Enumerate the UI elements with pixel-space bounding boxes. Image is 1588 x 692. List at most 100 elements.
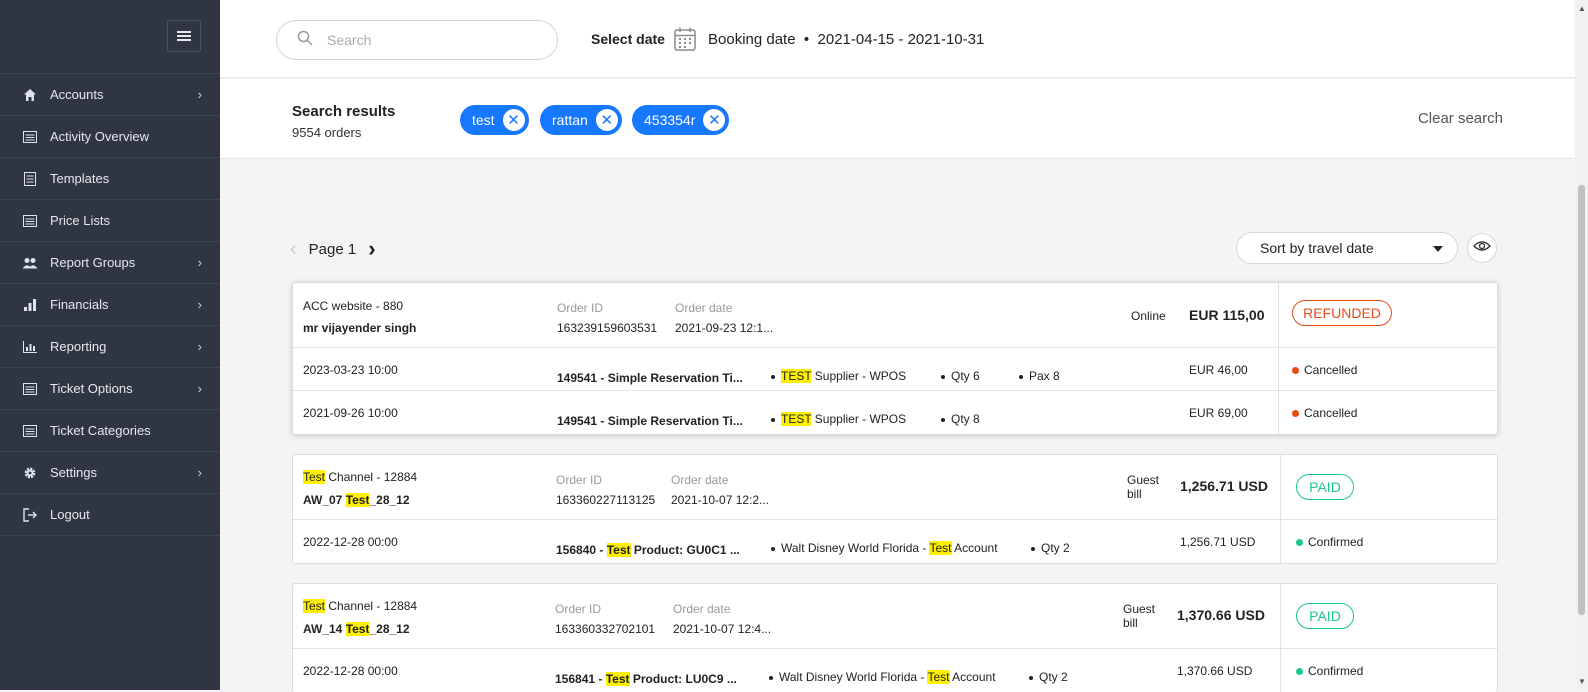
line-status: Cancelled <box>1292 363 1357 377</box>
line-amount: 1,256.71 USD <box>1180 535 1256 549</box>
channel-name: Test Channel - 12884 <box>303 599 417 613</box>
order-card[interactable]: Test Channel - 12884 AW_14 Test_28_12 Or… <box>292 583 1498 692</box>
sidebar-item-ticket-options[interactable]: Ticket Options › <box>0 368 220 410</box>
clear-search-button[interactable]: Clear search <box>1418 110 1503 127</box>
sidebar-item-financials[interactable]: Financials › <box>0 284 220 326</box>
scroll-down-icon[interactable]: ▼ <box>1578 677 1586 686</box>
customer-name: AW_07 Test_28_12 <box>303 493 410 507</box>
remove-chip-icon[interactable]: ✕ <box>502 109 525 131</box>
search-results-bar: Search results 9554 orders test ✕ rattan ✕… <box>220 79 1575 159</box>
supplier-text: Supplier - WPOS <box>811 369 907 383</box>
document-icon <box>22 171 38 187</box>
sidebar-item-templates[interactable]: Templates <box>0 158 220 200</box>
payment-method: Guest bill <box>1127 473 1159 501</box>
booking-date-filter[interactable]: Booking date • 2021-04-15 - 2021-10-31 <box>708 31 984 48</box>
product-text: 156841 - <box>555 672 606 686</box>
sidebar-item-price-lists[interactable]: Price Lists <box>0 200 220 242</box>
supplier-name: Walt Disney World Florida - Test Account <box>771 541 998 555</box>
sidebar-item-ticket-categories[interactable]: Ticket Categories <box>0 410 220 452</box>
search-box <box>276 20 558 60</box>
sidebar-item-accounts[interactable]: Accounts › <box>0 74 220 116</box>
channel-text: Channel - 12884 <box>325 599 418 613</box>
highlight-match: TEST <box>781 369 812 383</box>
supplier-name: TEST Supplier - WPOS <box>771 369 906 383</box>
supplier-text: Account <box>949 670 996 684</box>
status-dot-icon <box>1296 539 1303 547</box>
list-icon <box>22 423 38 439</box>
line-amount: 1,370.66 USD <box>1177 664 1253 678</box>
highlight-match: Test <box>927 670 950 684</box>
chevron-right-icon: › <box>197 381 202 396</box>
sort-label: Sort by travel date <box>1260 240 1374 256</box>
status-dot-icon <box>1292 410 1299 418</box>
sidebar-item-reporting[interactable]: Reporting › <box>0 326 220 368</box>
logout-icon <box>22 507 38 523</box>
pax-text: Pax 8 <box>1029 369 1060 383</box>
customer-text: _28_12 <box>369 493 410 507</box>
chevron-left-icon[interactable]: ‹ <box>290 238 297 261</box>
chart-icon <box>22 339 38 355</box>
product-text: 156840 - <box>556 543 607 557</box>
bullet-icon <box>1031 546 1035 551</box>
sidebar-item-report-groups[interactable]: Report Groups › <box>0 242 220 284</box>
search-input[interactable] <box>327 32 527 48</box>
scrollbar-thumb[interactable] <box>1578 185 1585 615</box>
remove-chip-icon[interactable]: ✕ <box>595 109 618 131</box>
sort-dropdown[interactable]: Sort by travel date <box>1236 232 1458 264</box>
status-badge: REFUNDED <box>1292 300 1392 326</box>
list-icon <box>22 213 38 229</box>
supplier-text: Walt Disney World Florida - <box>779 670 928 684</box>
sidebar-item-label: Accounts <box>50 87 104 102</box>
status-dot-icon <box>1296 668 1303 676</box>
qty-text: Qty 6 <box>951 369 980 383</box>
chip-label: 453354r <box>644 112 696 128</box>
remove-chip-icon[interactable]: ✕ <box>703 109 726 131</box>
highlight-match: Test <box>345 493 370 507</box>
scroll-up-icon[interactable]: ▲ <box>1578 4 1586 13</box>
chip-label: test <box>472 112 495 128</box>
quantity: Qty 2 <box>1029 670 1068 684</box>
line-status-text: Confirmed <box>1308 535 1364 549</box>
chevron-right-icon[interactable]: › <box>368 236 375 262</box>
payment-text: bill <box>1123 616 1138 630</box>
supplier-name: TEST Supplier - WPOS <box>771 412 906 426</box>
vertical-scrollbar[interactable]: ▲ ▼ <box>1575 0 1588 690</box>
home-icon <box>22 87 38 103</box>
payment-text: bill <box>1127 487 1142 501</box>
view-toggle-button[interactable] <box>1467 233 1497 263</box>
order-card[interactable]: ACC website - 880 mr vijayender singh Or… <box>292 282 1498 435</box>
highlight-match: TEST <box>781 412 812 426</box>
line-amount: EUR 69,00 <box>1189 406 1248 420</box>
order-id-label: Order ID <box>557 301 604 315</box>
order-id-label: Order ID <box>555 602 602 616</box>
order-header: ACC website - 880 mr vijayender singh Or… <box>293 283 1497 348</box>
chevron-right-icon: › <box>197 255 202 270</box>
list-icon <box>22 129 38 145</box>
order-id-value: 163360227113125 <box>556 493 656 507</box>
order-id-value: 163360332702101 <box>555 622 656 636</box>
sidebar-item-activity-overview[interactable]: Activity Overview <box>0 116 220 158</box>
highlight-match: Test <box>929 541 952 555</box>
line-status: Confirmed <box>1296 664 1363 678</box>
chevron-right-icon: › <box>197 339 202 354</box>
top-bar: Select date Booking date • 2021-04-15 - … <box>220 0 1575 78</box>
sidebar-item-label: Ticket Categories <box>50 423 151 438</box>
chip-label: rattan <box>552 112 588 128</box>
payment-text: Guest <box>1123 602 1156 616</box>
bullet-icon <box>1029 675 1033 680</box>
highlight-match: Test <box>605 672 630 686</box>
date-range-value: 2021-04-15 - 2021-10-31 <box>817 31 985 48</box>
bullet-icon <box>771 417 775 422</box>
payment-text: Guest <box>1127 473 1160 487</box>
status-dot-icon <box>1292 367 1299 375</box>
order-date-value: 2021-10-07 12:4... <box>673 622 772 636</box>
order-card[interactable]: Test Channel - 12884 AW_07 Test_28_12 Or… <box>292 454 1498 564</box>
chevron-right-icon: › <box>197 297 202 312</box>
sidebar-item-settings[interactable]: Settings › <box>0 452 220 494</box>
search-results-title: Search results <box>292 103 396 120</box>
qty-text: Qty 2 <box>1039 670 1068 684</box>
supplier-text: Walt Disney World Florida - <box>781 541 930 555</box>
sidebar-item-logout[interactable]: Logout <box>0 494 220 536</box>
menu-toggle-button[interactable] <box>167 20 201 52</box>
calendar-icon[interactable] <box>674 27 696 51</box>
